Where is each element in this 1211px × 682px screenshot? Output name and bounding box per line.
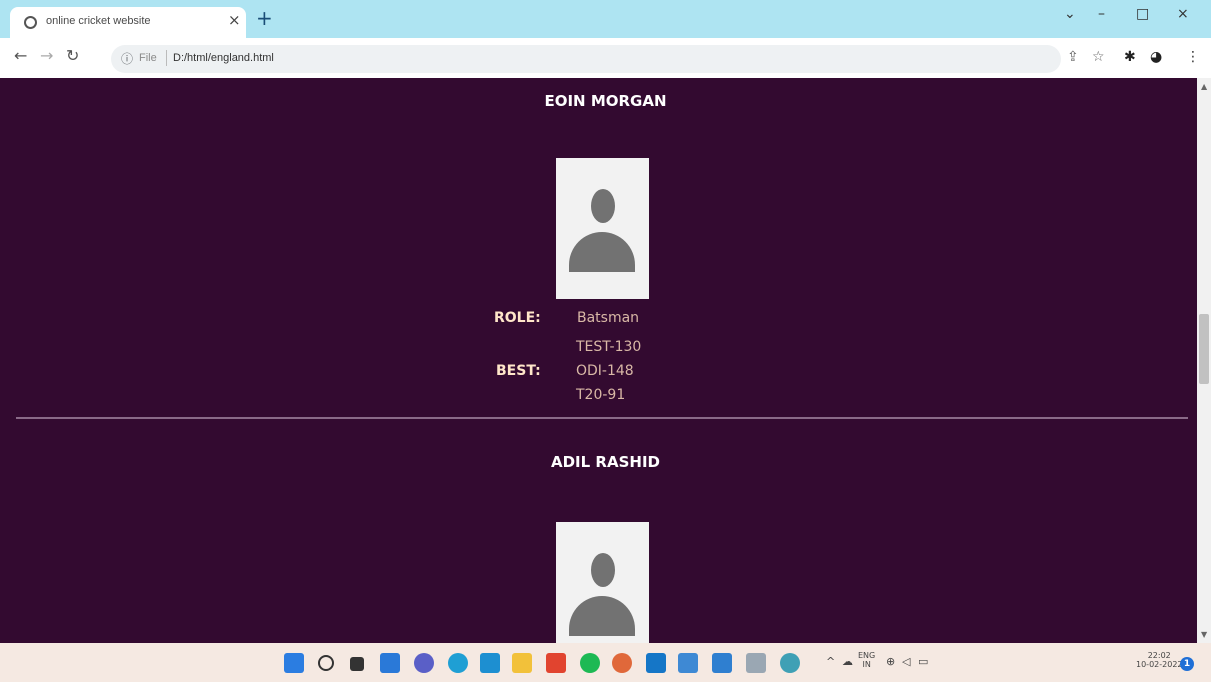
forward-arrow-icon[interactable]: →	[40, 46, 53, 65]
language-indicator[interactable]: ENG IN	[858, 651, 875, 669]
windows-start-icon[interactable]	[284, 653, 304, 673]
edge-browser-icon[interactable]	[448, 653, 468, 673]
office-icon[interactable]	[546, 653, 566, 673]
profile-icon[interactable]: ◕	[1150, 49, 1162, 65]
scroll-down-arrow-icon[interactable]: ▼	[1201, 630, 1207, 639]
notepad-icon[interactable]	[678, 653, 698, 673]
show-hidden-icons-chevron-icon[interactable]: ^	[826, 655, 835, 668]
globe-icon	[24, 16, 37, 29]
best-value-t20: T20-91	[576, 387, 626, 403]
vscode-icon[interactable]	[712, 653, 732, 673]
chrome-icon[interactable]	[612, 653, 632, 673]
store-icon[interactable]	[480, 653, 500, 673]
page-content: EOIN MORGAN ROLE: Batsman BEST: TEST-130…	[0, 78, 1197, 643]
player-name: ADIL RASHID	[551, 453, 660, 471]
url-separator	[166, 50, 167, 66]
search-icon[interactable]	[318, 655, 334, 671]
best-value-odi: ODI-148	[576, 363, 634, 379]
clock-time: 22:02	[1147, 651, 1171, 660]
menu-kebab-icon[interactable]: ⋮	[1186, 49, 1200, 65]
address-bar[interactable]: ⓘ File D:/html/england.html	[111, 45, 1061, 73]
info-icon[interactable]: ⓘ	[121, 50, 133, 67]
battery-icon[interactable]: ▭	[918, 655, 928, 668]
extensions-puzzle-icon[interactable]: ✱	[1124, 49, 1136, 65]
role-value: Batsman	[577, 310, 640, 326]
region-code: IN	[862, 660, 871, 669]
clock-date: 10-02-2022	[1136, 660, 1183, 669]
weather-cloud-icon[interactable]: ☁	[842, 655, 853, 668]
scroll-up-arrow-icon[interactable]: ▲	[1201, 82, 1207, 91]
player-photo	[556, 522, 649, 643]
reload-icon[interactable]: ↻	[66, 46, 79, 65]
tab-close-icon[interactable]: ×	[228, 11, 241, 29]
chrome-browser-icon[interactable]	[780, 653, 800, 673]
share-icon[interactable]: ⇪	[1067, 49, 1079, 65]
widgets-icon[interactable]	[380, 653, 400, 673]
avatar-head	[591, 189, 615, 223]
language-code: ENG	[858, 651, 876, 660]
minimize-button[interactable]: –	[1098, 6, 1105, 22]
bookmark-star-icon[interactable]: ☆	[1092, 49, 1105, 65]
scrollbar-thumb[interactable]	[1199, 314, 1209, 384]
file-explorer-icon[interactable]	[512, 653, 532, 673]
section-divider	[16, 417, 1188, 419]
windows-taskbar: ^ ☁ ENG IN ⊕ ◁ ▭ 22:02 10-02-2022 1	[0, 643, 1211, 682]
avatar-head	[591, 553, 615, 587]
browser-tab[interactable]: online cricket website ×	[10, 7, 246, 38]
vertical-scrollbar[interactable]: ▲ ▼	[1197, 78, 1211, 643]
notification-badge[interactable]: 1	[1180, 657, 1194, 671]
player-photo	[556, 158, 649, 299]
role-label: ROLE:	[494, 310, 541, 326]
task-view-icon[interactable]	[350, 657, 364, 671]
best-label: BEST:	[496, 363, 541, 379]
volume-icon[interactable]: ◁	[902, 655, 910, 668]
best-value-test: TEST-130	[576, 339, 642, 355]
player-name: EOIN MORGAN	[544, 92, 667, 110]
spotify-icon[interactable]	[580, 653, 600, 673]
url-text[interactable]: D:/html/england.html	[173, 52, 274, 64]
new-tab-button[interactable]: +	[256, 6, 273, 30]
tab-search-icon[interactable]: ⌄	[1064, 6, 1076, 22]
mail-icon[interactable]	[646, 653, 666, 673]
avatar-body	[569, 596, 635, 636]
tab-title: online cricket website	[46, 15, 151, 27]
text-editor-icon[interactable]	[746, 653, 766, 673]
url-scheme: File	[139, 52, 157, 64]
network-globe-icon[interactable]: ⊕	[886, 655, 895, 668]
maximize-button[interactable]: □	[1136, 6, 1149, 22]
clock[interactable]: 22:02 10-02-2022	[1136, 651, 1183, 669]
chat-icon[interactable]	[414, 653, 434, 673]
avatar-body	[569, 232, 635, 272]
browser-tabstrip: online cricket website × + ⌄ – □ ×	[0, 0, 1211, 38]
close-window-button[interactable]: ×	[1177, 6, 1189, 22]
back-arrow-icon[interactable]: ←	[14, 46, 27, 65]
